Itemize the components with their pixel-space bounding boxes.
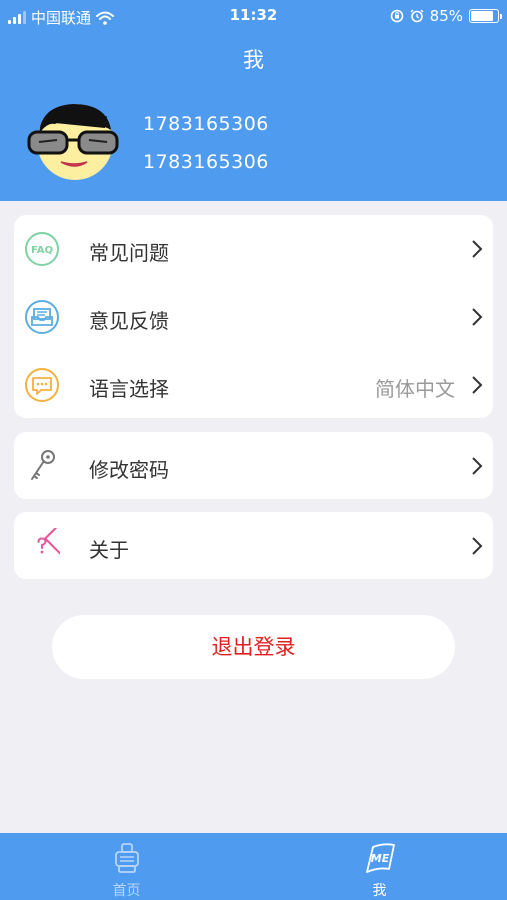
logout-button[interactable]: 退出登录 (52, 615, 455, 679)
chevron-right-icon (472, 308, 483, 326)
key-icon (31, 450, 55, 480)
chevron-right-icon (472, 457, 483, 475)
menu-item-faq[interactable]: FAQ 常见问题 (14, 215, 493, 282)
tab-me-label: 我 (372, 883, 387, 899)
menu-label-password: 修改密码 (89, 458, 169, 482)
feedback-icon (25, 300, 59, 334)
battery-icon (469, 9, 502, 23)
menu-item-feedback[interactable]: 意见反馈 (14, 283, 493, 350)
menu-card-password: 修改密码 (14, 432, 493, 499)
orientation-lock-icon (390, 9, 403, 23)
tab-home-label: 首页 (112, 883, 141, 899)
question-diamond-icon (37, 528, 60, 555)
svg-text:FAQ: FAQ (31, 245, 53, 256)
chat-bubble-icon (25, 368, 59, 402)
svg-text:ME: ME (371, 852, 390, 865)
menu-card-help: FAQ 常见问题 意见反馈 语言选择 简体中文 (14, 215, 493, 418)
menu-item-about[interactable]: 关于 (14, 512, 493, 579)
me-tab-icon: ME (366, 843, 395, 873)
home-tab-icon (115, 843, 139, 873)
menu-label-about: 关于 (89, 538, 129, 562)
chevron-right-icon (472, 537, 483, 555)
faq-icon: FAQ (25, 232, 59, 266)
menu-label-language: 语言选择 (89, 377, 169, 401)
status-bar: 中国联通 11:32 85% (0, 0, 507, 32)
menu-label-feedback: 意见反馈 (89, 309, 169, 333)
alarm-icon (410, 9, 424, 23)
tab-me[interactable]: ME 我 (253, 833, 506, 900)
battery-percent: 85% (429, 7, 463, 25)
page-title: 我 (243, 48, 264, 72)
avatar[interactable] (25, 100, 121, 182)
tab-home[interactable]: 首页 (0, 833, 253, 900)
chevron-right-icon (472, 240, 483, 258)
menu-item-change-password[interactable]: 修改密码 (14, 432, 493, 499)
user-account: 1783165306 (143, 151, 269, 173)
status-right: 85% (390, 7, 502, 25)
tab-bar: 首页 ME 我 (0, 833, 507, 900)
language-value: 简体中文 (375, 377, 455, 401)
menu-card-about: 关于 (14, 512, 493, 579)
chevron-right-icon (472, 376, 483, 394)
menu-item-language[interactable]: 语言选择 简体中文 (14, 351, 493, 418)
menu-label-faq: 常见问题 (89, 241, 169, 265)
username: 1783165306 (143, 113, 269, 135)
profile-header: 中国联通 11:32 85% 我 1783165306 1783165306 (0, 0, 507, 201)
